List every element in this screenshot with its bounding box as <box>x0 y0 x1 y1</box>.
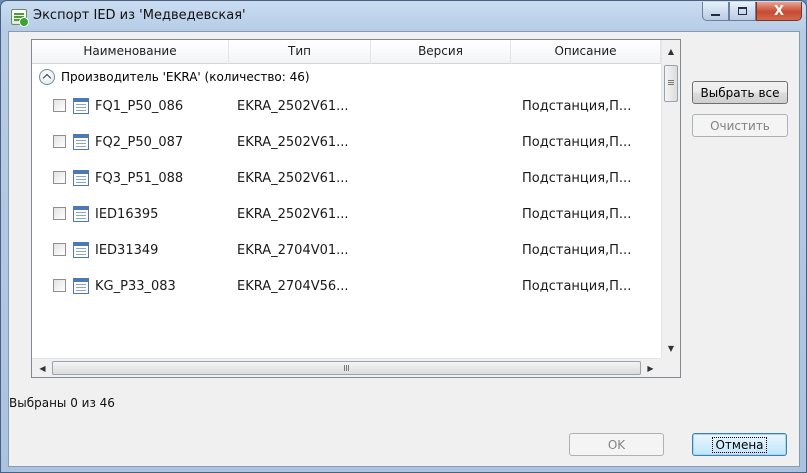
row-checkbox[interactable] <box>53 171 66 184</box>
vertical-scrollbar[interactable]: ▲ ▼ <box>661 40 680 360</box>
cell-name: FQ1_P50_086 <box>95 99 184 114</box>
collapse-chevron-icon[interactable] <box>39 69 55 85</box>
cancel-button[interactable]: Отмена <box>692 433 787 456</box>
select-all-button[interactable]: Выбрать все <box>692 81 788 104</box>
table-row[interactable]: IED16395 EKRA_2502V61... Подстанция,П... <box>32 198 661 234</box>
cancel-label: Отмена <box>712 436 767 453</box>
column-header-type[interactable]: Тип <box>229 40 371 64</box>
dialog-client-area: Наименование Тип Версия Описание Произво… <box>8 31 800 467</box>
export-ied-dialog: Экспорт IED из 'Медведевская' X Наименов… <box>0 0 807 473</box>
select-all-label: Выбрать все <box>700 85 780 100</box>
scroll-left-icon[interactable]: ◀ <box>34 359 51 377</box>
cell-name: FQ2_P50_087 <box>95 135 184 150</box>
table-row[interactable]: IED31349 EKRA_2704V01... Подстанция,П... <box>32 234 661 270</box>
ied-icon <box>73 206 89 222</box>
ied-icon <box>73 278 89 294</box>
close-icon: X <box>773 3 785 19</box>
maximize-icon <box>738 7 747 15</box>
clear-label: Очистить <box>710 118 770 133</box>
group-row-ekra[interactable]: Производитель 'EKRA' (количество: 46) <box>32 66 310 88</box>
close-button[interactable]: X <box>756 2 802 21</box>
scroll-down-icon[interactable]: ▼ <box>662 340 680 357</box>
ok-label: OK <box>607 437 626 452</box>
cell-description: Подстанция,П... <box>522 99 632 114</box>
cell-type: EKRA_2502V61... <box>237 171 349 186</box>
ied-grid[interactable]: Наименование Тип Версия Описание Произво… <box>31 39 681 378</box>
title-bar[interactable]: Экспорт IED из 'Медведевская' X <box>1 1 806 31</box>
cell-name: KG_P33_083 <box>95 279 176 294</box>
ok-button[interactable]: OK <box>569 433 664 456</box>
column-header-name[interactable]: Наименование <box>32 40 229 64</box>
caption-buttons: X <box>702 2 802 22</box>
horizontal-scrollbar[interactable]: ◀ ▶ <box>32 358 661 377</box>
cell-description: Подстанция,П... <box>522 135 632 150</box>
horizontal-scroll-thumb[interactable] <box>52 361 641 375</box>
row-checkbox[interactable] <box>53 135 66 148</box>
row-checkbox[interactable] <box>53 207 66 220</box>
table-row[interactable]: KG_P33_083 EKRA_2704V56... Подстанция,П.… <box>32 270 661 306</box>
maximize-button[interactable] <box>729 2 756 21</box>
scroll-up-icon[interactable]: ▲ <box>662 43 680 60</box>
minimize-icon <box>711 13 720 16</box>
grid-header: Наименование Тип Версия Описание <box>32 40 661 64</box>
table-row[interactable]: FQ3_P51_088 EKRA_2502V61... Подстанция,П… <box>32 162 661 198</box>
row-checkbox[interactable] <box>53 99 66 112</box>
selection-status: Выбраны 0 из 46 <box>9 396 115 410</box>
minimize-button[interactable] <box>702 2 729 21</box>
ied-icon <box>73 134 89 150</box>
cell-name: IED16395 <box>95 207 159 222</box>
cell-type: EKRA_2502V61... <box>237 207 349 222</box>
clear-button[interactable]: Очистить <box>692 114 788 137</box>
row-checkbox[interactable] <box>53 279 66 292</box>
scroll-right-icon[interactable]: ▶ <box>642 359 659 377</box>
scroll-corner <box>661 358 680 377</box>
cell-name: IED31349 <box>95 243 159 258</box>
ied-icon <box>73 242 89 258</box>
grid-rows: FQ1_P50_086 EKRA_2502V61... Подстанция,П… <box>32 90 661 306</box>
table-row[interactable]: FQ2_P50_087 EKRA_2502V61... Подстанция,П… <box>32 126 661 162</box>
cell-description: Подстанция,П... <box>522 207 632 222</box>
cell-type: EKRA_2704V56... <box>237 279 349 294</box>
column-header-version[interactable]: Версия <box>371 40 511 64</box>
ied-icon <box>73 170 89 186</box>
vertical-scroll-thumb[interactable] <box>664 65 678 102</box>
ied-icon <box>73 98 89 114</box>
cell-description: Подстанция,П... <box>522 279 632 294</box>
cell-description: Подстанция,П... <box>522 243 632 258</box>
cell-type: EKRA_2502V61... <box>237 135 349 150</box>
cell-name: FQ3_P51_088 <box>95 171 184 186</box>
cell-description: Подстанция,П... <box>522 171 632 186</box>
row-checkbox[interactable] <box>53 243 66 256</box>
cell-type: EKRA_2502V61... <box>237 99 349 114</box>
group-label: Производитель 'EKRA' (количество: 46) <box>61 70 310 84</box>
window-title: Экспорт IED из 'Медведевская' <box>33 8 246 23</box>
cell-type: EKRA_2704V01... <box>237 243 349 258</box>
export-icon <box>11 9 29 27</box>
table-row[interactable]: FQ1_P50_086 EKRA_2502V61... Подстанция,П… <box>32 90 661 126</box>
column-header-description[interactable]: Описание <box>511 40 661 64</box>
